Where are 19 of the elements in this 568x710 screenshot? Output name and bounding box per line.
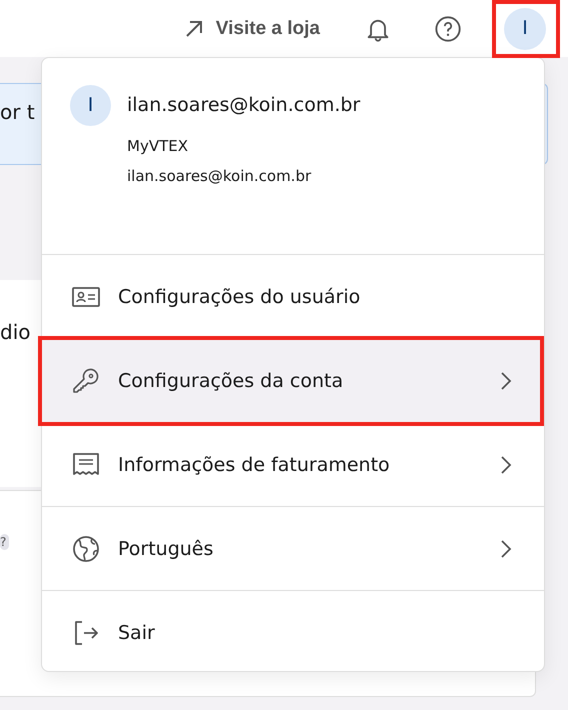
annotation-frame bbox=[492, 0, 560, 58]
key-icon bbox=[72, 366, 100, 394]
banner-text: or t bbox=[0, 100, 35, 124]
secondary-email: ilan.soares@koin.com.br bbox=[127, 166, 312, 186]
account-name: MyVTEX bbox=[127, 136, 189, 156]
user-avatar: I bbox=[70, 85, 111, 126]
avatar-button[interactable]: I bbox=[504, 8, 546, 50]
help-badge: ? bbox=[0, 534, 10, 550]
menu-item[interactable]: Configurações do usuário bbox=[42, 255, 544, 339]
store-link[interactable]: Visite a loja bbox=[182, 16, 320, 40]
menu-item[interactable]: Informações de faturamento bbox=[42, 423, 544, 507]
card-text: dio bbox=[0, 320, 30, 344]
menu-item[interactable]: Português bbox=[42, 507, 544, 591]
user-email: ilan.soares@koin.com.br bbox=[127, 93, 360, 118]
menu-item[interactable]: Sair bbox=[42, 591, 544, 671]
globe-icon bbox=[72, 534, 100, 562]
id-card-icon bbox=[72, 284, 100, 308]
logout-icon bbox=[72, 619, 100, 647]
help-icon[interactable] bbox=[434, 14, 462, 42]
